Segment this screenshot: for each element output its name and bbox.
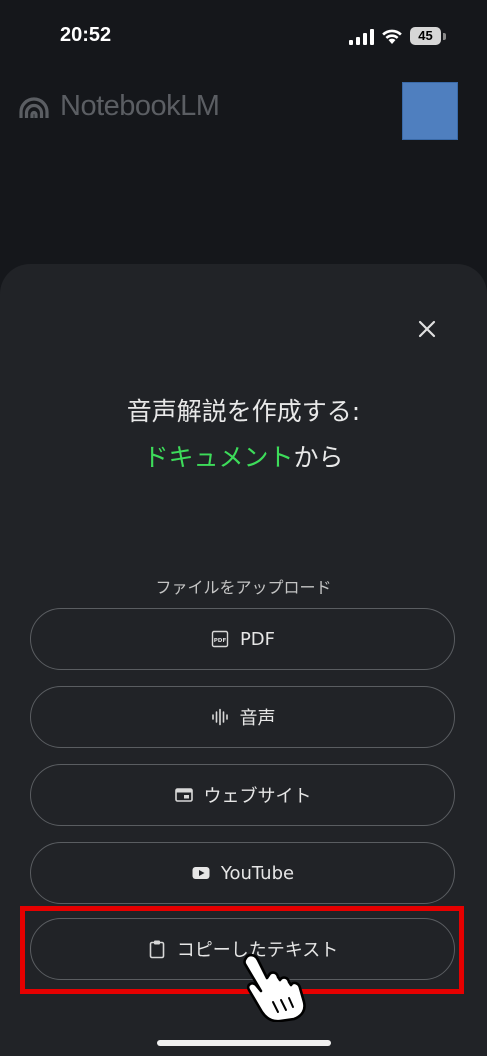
app-name: NotebookLM: [60, 90, 220, 122]
create-audio-overview-sheet: 音声解説を作成する: ドキュメントから ファイルをアップロード PDF PDF …: [0, 264, 487, 1056]
upload-copied-text-button[interactable]: コピーしたテキスト: [30, 918, 455, 980]
wifi-icon: [382, 29, 402, 44]
notebooklm-logo-icon: [19, 97, 49, 118]
upload-pdf-button[interactable]: PDF PDF: [30, 608, 455, 670]
status-time: 20:52: [60, 24, 112, 46]
battery-tip: [443, 33, 446, 40]
close-icon[interactable]: [412, 314, 442, 344]
clipboard-icon: [149, 940, 165, 959]
title-suffix: から: [293, 443, 344, 472]
youtube-icon: [192, 867, 210, 879]
website-icon: [174, 788, 193, 802]
audio-waveform-icon: [211, 708, 228, 726]
sheet-title: 音声解説を作成する:: [126, 397, 361, 426]
button-label: ウェブサイト: [203, 786, 312, 807]
upload-website-button[interactable]: ウェブサイト: [30, 764, 455, 826]
button-label: PDF: [239, 628, 276, 650]
button-label: コピーしたテキスト: [176, 940, 339, 961]
app-header: NotebookLM: [0, 72, 487, 152]
upload-section-label: ファイルをアップロード: [155, 578, 332, 597]
button-label: YouTube: [220, 862, 295, 884]
avatar[interactable]: [402, 82, 458, 140]
upload-youtube-button[interactable]: YouTube: [30, 842, 455, 904]
cellular-signal-icon: [349, 29, 374, 45]
svg-text:PDF: PDF: [214, 638, 227, 644]
pdf-icon: PDF: [211, 630, 229, 648]
home-indicator: [157, 1040, 331, 1046]
title-highlight: ドキュメント: [143, 443, 294, 472]
status-bar: 20:52 45: [0, 0, 487, 72]
button-label: 音声: [239, 708, 276, 729]
battery-indicator: 45: [410, 26, 446, 46]
sheet-subtitle: ドキュメントから: [0, 438, 487, 474]
upload-audio-button[interactable]: 音声: [30, 686, 455, 748]
battery-level: 45: [410, 27, 441, 45]
